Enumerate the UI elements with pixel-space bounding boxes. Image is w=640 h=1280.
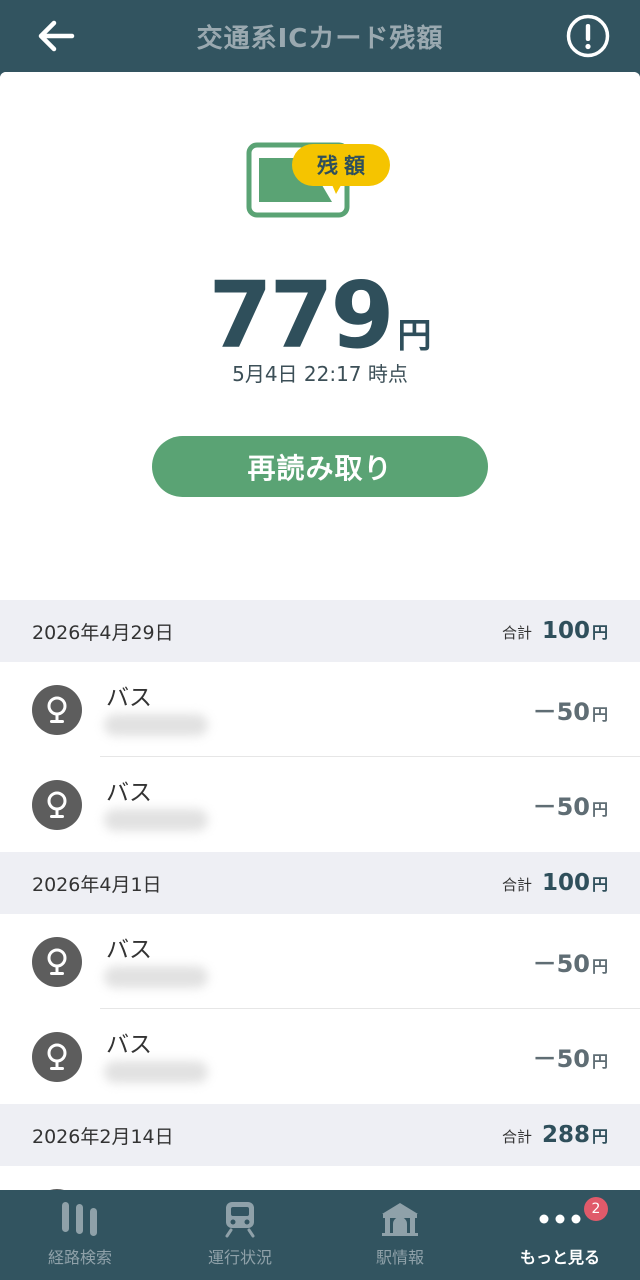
amount-value: －50 <box>532 698 590 726</box>
redacted-text <box>104 966 208 988</box>
amount-value: －50 <box>532 950 590 978</box>
page-title: 交通系ICカード残額 <box>196 24 444 54</box>
amount-value: －50 <box>532 793 590 821</box>
app-header: 交通系ICカード残額 <box>0 0 640 72</box>
date-header: 2026年4月29日 合計 100 円 <box>0 600 640 662</box>
history-date: 2026年4月1日 <box>32 873 162 896</box>
history-row[interactable]: バス －50 円 <box>0 662 640 757</box>
nav-item-station-info[interactable]: 駅情報 <box>320 1190 480 1280</box>
redacted-text <box>104 714 208 736</box>
row-amount: －50 円 <box>533 787 608 822</box>
history-total: 合計 100 円 <box>502 870 608 896</box>
amount-value: －50 <box>532 1045 590 1073</box>
balance-amount: 779 円 <box>0 270 640 362</box>
history-row[interactable]: バス <box>0 1166 640 1190</box>
total-value: 100 <box>541 618 590 644</box>
bus-stop-icon <box>32 937 82 987</box>
reread-button[interactable]: 再読み取り <box>152 436 488 497</box>
history-total: 合計 288 円 <box>502 1122 608 1148</box>
balance-badge: 残額 <box>292 144 390 186</box>
exclamation-icon <box>566 14 610 58</box>
total-label: 合計 <box>501 876 532 894</box>
nav-item-route-search[interactable]: 経路検索 <box>0 1190 160 1280</box>
station-icon <box>380 1200 420 1238</box>
balance-section: 残額 779 円 5月4日 22:17 時点 再読み取り <box>0 72 640 600</box>
row-title: バス <box>106 937 152 963</box>
row-title: バス <box>106 1182 152 1190</box>
nav-label: 運行状況 <box>207 1248 272 1267</box>
date-header: 2026年2月14日 合計 288 円 <box>0 1104 640 1166</box>
total-value: 100 <box>541 870 590 896</box>
bus-stop-icon <box>32 685 82 735</box>
bus-stop-icon <box>32 780 82 830</box>
nav-label: もっと見る <box>519 1248 600 1267</box>
amount-unit: 円 <box>591 957 608 976</box>
row-title: バス <box>106 1032 152 1058</box>
bottom-nav: 経路検索 運行状況 駅情報 もっと見る <box>0 1190 640 1280</box>
nav-item-service-status[interactable]: 運行状況 <box>160 1190 320 1280</box>
balance-value: 779 <box>208 262 394 369</box>
redacted-text <box>104 809 208 831</box>
row-title: バス <box>106 685 152 711</box>
amount-unit: 円 <box>591 1052 608 1071</box>
row-amount: －50 円 <box>533 692 608 727</box>
history-row[interactable]: バス －50 円 <box>0 914 640 1009</box>
total-value: 288 <box>541 1122 590 1148</box>
balance-unit: 円 <box>397 316 432 356</box>
info-button[interactable] <box>566 14 610 58</box>
notification-badge: 2 <box>584 1197 608 1221</box>
amount-unit: 円 <box>591 705 608 724</box>
route-search-icon <box>60 1200 100 1238</box>
nav-label: 経路検索 <box>47 1248 112 1267</box>
total-label: 合計 <box>501 1128 532 1146</box>
total-unit: 円 <box>591 875 608 894</box>
bus-stop-icon <box>32 1032 82 1082</box>
nav-label: 駅情報 <box>375 1248 424 1267</box>
nav-item-more[interactable]: もっと見る <box>480 1190 640 1280</box>
total-label: 合計 <box>501 624 532 642</box>
date-header: 2026年4月1日 合計 100 円 <box>0 852 640 914</box>
history-total: 合計 100 円 <box>502 618 608 644</box>
history-date: 2026年2月14日 <box>32 1125 174 1148</box>
row-title: バス <box>106 780 152 806</box>
main-content: 残額 779 円 5月4日 22:17 時点 再読み取り 2026年4月29日 合… <box>0 72 640 1190</box>
balance-timestamp: 5月4日 22:17 時点 <box>232 362 408 386</box>
amount-unit: 円 <box>591 800 608 819</box>
train-icon <box>223 1200 257 1238</box>
redacted-text <box>104 1061 208 1083</box>
row-amount: －50 円 <box>533 944 608 979</box>
history-date: 2026年4月29日 <box>32 621 174 644</box>
total-unit: 円 <box>591 623 608 642</box>
history-row[interactable]: バス －50 円 <box>0 1009 640 1104</box>
row-amount: －50 円 <box>533 1039 608 1074</box>
history-row[interactable]: バス －50 円 <box>0 757 640 852</box>
total-unit: 円 <box>591 1127 608 1146</box>
more-icon <box>538 1200 582 1238</box>
